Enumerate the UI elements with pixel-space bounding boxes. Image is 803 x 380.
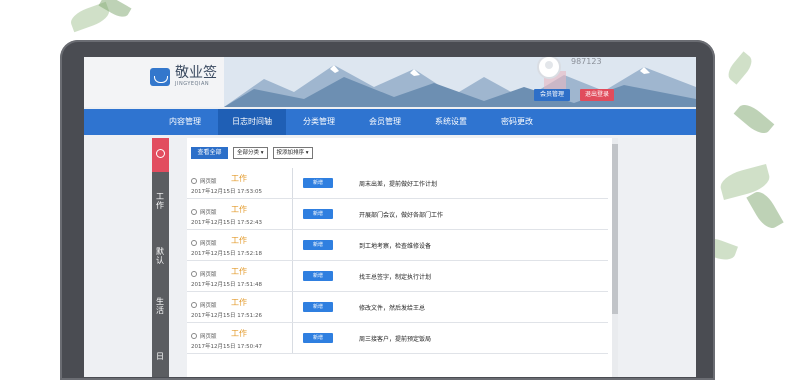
main-nav: 内容管理 日志时间轴 分类管理 会员管理 系统设置 密码更改 (84, 109, 696, 135)
row-source-label: 网页版 (200, 334, 217, 340)
row-time: 2017年12月15日 17:51:48 (191, 282, 262, 288)
browser-icon (191, 209, 197, 215)
nav-item-password[interactable]: 密码更改 (484, 109, 550, 135)
row-action-badge[interactable]: 新增 (303, 302, 333, 312)
row-category: 工作 (231, 205, 247, 214)
row-text: 周三接客户，提前预定饭局 (359, 336, 432, 343)
scrollbar-thumb[interactable] (612, 144, 618, 314)
nav-item-content[interactable]: 内容管理 (152, 109, 218, 135)
row-category: 工作 (231, 174, 247, 183)
timeline-row: 网页版 工作 2017年12月15日 17:50:47 新增 周三接客户，提前预… (187, 323, 608, 354)
row-time: 2017年12月15日 17:53:05 (191, 189, 262, 195)
app-subtitle: JINGYEQIAN (175, 81, 210, 87)
nav-item-settings[interactable]: 系统设置 (418, 109, 484, 135)
user-id: 987123 (571, 57, 602, 66)
row-source-label: 网页版 (200, 241, 217, 247)
app-screen: 敬业签 JINGYEQIAN 987123 会员管理 退出登录 内容管理 日志时… (84, 57, 696, 377)
row-text: 到工地考察，检查维修设备 (359, 243, 432, 250)
timeline-row: 网页版 工作 2017年12月15日 17:53:05 新增 周末出差，提前做好… (187, 168, 608, 199)
timeline-panel: 查看全部 全部分类 ▾ 按添加排序 ▾ 网页版 工作 2017年12月15日 1… (187, 138, 614, 377)
app-name: 敬业签 (175, 65, 217, 81)
row-source: 网页版 (191, 301, 217, 309)
row-divider (292, 261, 293, 291)
row-time: 2017年12月15日 17:52:43 (191, 220, 262, 226)
sidebar-reminder-tab[interactable] (152, 138, 169, 172)
browser-icon (191, 302, 197, 308)
app-header: 敬业签 JINGYEQIAN 987123 会员管理 退出登录 (84, 57, 696, 107)
browser-icon (191, 178, 197, 184)
laptop-frame: 敬业签 JINGYEQIAN 987123 会员管理 退出登录 内容管理 日志时… (60, 40, 715, 380)
timeline-toolbar: 查看全部 全部分类 ▾ 按添加排序 ▾ (191, 147, 313, 159)
row-source-label: 网页版 (200, 210, 217, 216)
row-source-label: 网页版 (200, 303, 217, 309)
sort-select[interactable]: 按添加排序 ▾ (272, 147, 313, 159)
sort-select-value: 按添加排序 (276, 150, 305, 156)
row-action-badge[interactable]: 新增 (303, 240, 333, 250)
browser-icon (191, 333, 197, 339)
row-source: 网页版 (191, 332, 217, 340)
nav-item-category[interactable]: 分类管理 (286, 109, 352, 135)
row-category: 工作 (231, 267, 247, 276)
member-management-button[interactable]: 会员管理 (534, 89, 570, 101)
row-text: 周末出差，提前做好工作计划 (359, 181, 438, 188)
timeline-scrollbar[interactable] (612, 138, 618, 377)
row-action-badge[interactable]: 新增 (303, 178, 333, 188)
row-source: 网页版 (191, 239, 217, 247)
view-all-button[interactable]: 查看全部 (191, 147, 228, 159)
alarm-clock-icon (156, 149, 165, 158)
row-action-badge[interactable]: 新增 (303, 333, 333, 343)
row-text: 开展部门会议，做好各部门工作 (359, 212, 444, 219)
row-source: 网页版 (191, 177, 217, 185)
timeline-row: 网页版 工作 2017年12月15日 17:52:18 新增 到工地考察，检查维… (187, 230, 608, 261)
row-category: 工作 (231, 329, 247, 338)
row-action-badge[interactable]: 新增 (303, 271, 333, 281)
row-action-badge[interactable]: 新增 (303, 209, 333, 219)
app-logo[interactable]: 敬业签 JINGYEQIAN (150, 66, 217, 87)
category-select[interactable]: 全部分类 ▾ (233, 147, 268, 159)
row-divider (292, 168, 293, 198)
row-source: 网页版 (191, 270, 217, 278)
sidebar-item-life[interactable]: 生活 (156, 297, 165, 315)
leaf-decoration (724, 51, 756, 85)
row-text: 修改文件，然后发给王总 (359, 305, 426, 312)
row-divider (292, 323, 293, 353)
mountain-banner (224, 57, 696, 107)
logout-button[interactable]: 退出登录 (580, 89, 614, 101)
row-category: 工作 (231, 298, 247, 307)
category-select-value: 全部分类 (237, 150, 260, 156)
row-time: 2017年12月15日 17:50:47 (191, 344, 262, 350)
sidebar-category-tabs: 工作 默认 生活 日 (152, 172, 169, 377)
nav-item-timeline[interactable]: 日志时间轴 (218, 109, 286, 135)
row-divider (292, 230, 293, 260)
sidebar-item-work[interactable]: 工作 (156, 192, 165, 210)
row-divider (292, 292, 293, 322)
sidebar-item-diary[interactable]: 日 (156, 352, 165, 361)
row-time: 2017年12月15日 17:51:26 (191, 313, 262, 319)
browser-icon (191, 240, 197, 246)
nav-item-member[interactable]: 会员管理 (352, 109, 418, 135)
row-time: 2017年12月15日 17:52:18 (191, 251, 262, 257)
leaf-decoration (733, 99, 775, 139)
row-text: 找王总签字，制定执行计划 (359, 274, 432, 281)
row-divider (292, 199, 293, 229)
sidebar-item-default[interactable]: 默认 (156, 247, 165, 265)
row-source-label: 网页版 (200, 272, 217, 278)
row-source-label: 网页版 (200, 179, 217, 185)
row-category: 工作 (231, 236, 247, 245)
logo-icon (150, 67, 170, 86)
leaf-decoration (746, 187, 784, 233)
browser-icon (191, 271, 197, 277)
timeline-row: 网页版 工作 2017年12月15日 17:51:26 新增 修改文件，然后发给… (187, 292, 608, 323)
timeline-row: 网页版 工作 2017年12月15日 17:52:43 新增 开展部门会议，做好… (187, 199, 608, 230)
timeline-row: 网页版 工作 2017年12月15日 17:51:48 新增 找王总签字，制定执… (187, 261, 608, 292)
row-source: 网页版 (191, 208, 217, 216)
